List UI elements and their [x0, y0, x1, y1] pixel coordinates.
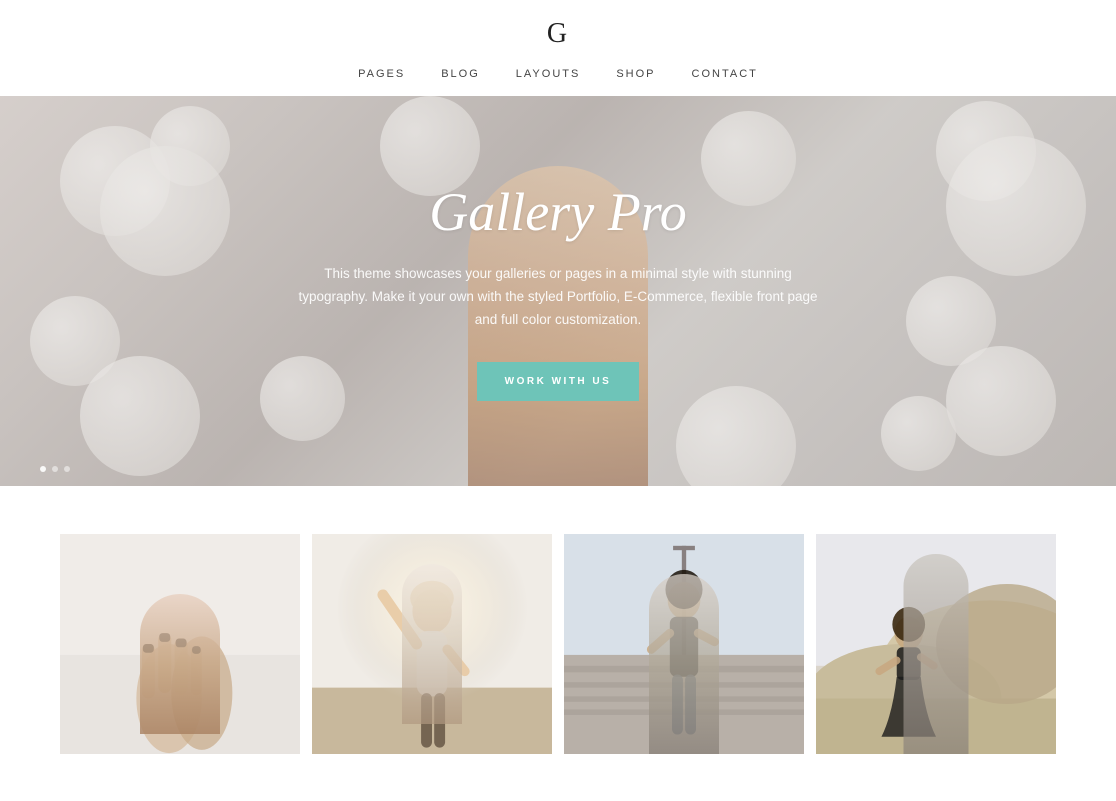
gallery-item-4[interactable]	[816, 534, 1056, 754]
gallery-image-3	[564, 534, 804, 754]
hero-cta-button[interactable]: WORK WITH US	[477, 362, 640, 401]
gallery-section	[0, 486, 1116, 774]
hero-subtitle: This theme showcases your galleries or p…	[298, 263, 818, 332]
dot-1[interactable]	[40, 466, 46, 472]
gallery-svg-2	[312, 534, 552, 754]
gallery-item-1[interactable]	[60, 534, 300, 754]
nav-item-contact[interactable]: CONTACT	[692, 68, 758, 80]
gallery-image-2	[312, 534, 552, 754]
gallery-grid	[60, 534, 1056, 754]
hero-content: Gallery Pro This theme showcases your ga…	[298, 181, 818, 401]
hero-dots	[40, 466, 70, 472]
circle-14	[676, 386, 796, 486]
circle-5	[80, 356, 200, 476]
circle-10	[881, 396, 956, 471]
circle-3	[100, 146, 230, 276]
hero-section: Gallery Pro This theme showcases your ga…	[0, 96, 1116, 486]
header: G PAGES BLOG LAYOUTS SHOP CONTACT	[0, 0, 1116, 96]
gallery-svg-3	[564, 534, 804, 754]
site-logo[interactable]: G	[547, 18, 569, 50]
dot-2[interactable]	[52, 466, 58, 472]
main-nav: PAGES BLOG LAYOUTS SHOP CONTACT	[358, 68, 758, 80]
nav-item-pages[interactable]: PAGES	[358, 68, 405, 80]
gallery-item-2[interactable]	[312, 534, 552, 754]
gallery-svg-1	[60, 534, 300, 754]
gallery-image-4	[816, 534, 1056, 754]
gallery-svg-4	[816, 534, 1056, 754]
nav-item-blog[interactable]: BLOG	[441, 68, 480, 80]
gallery-image-1	[60, 534, 300, 754]
circle-7	[946, 136, 1086, 276]
nav-item-shop[interactable]: SHOP	[616, 68, 655, 80]
dot-3[interactable]	[64, 466, 70, 472]
circle-9	[946, 346, 1056, 456]
nav-item-layouts[interactable]: LAYOUTS	[516, 68, 581, 80]
gallery-item-3[interactable]	[564, 534, 804, 754]
hero-title: Gallery Pro	[298, 181, 818, 243]
